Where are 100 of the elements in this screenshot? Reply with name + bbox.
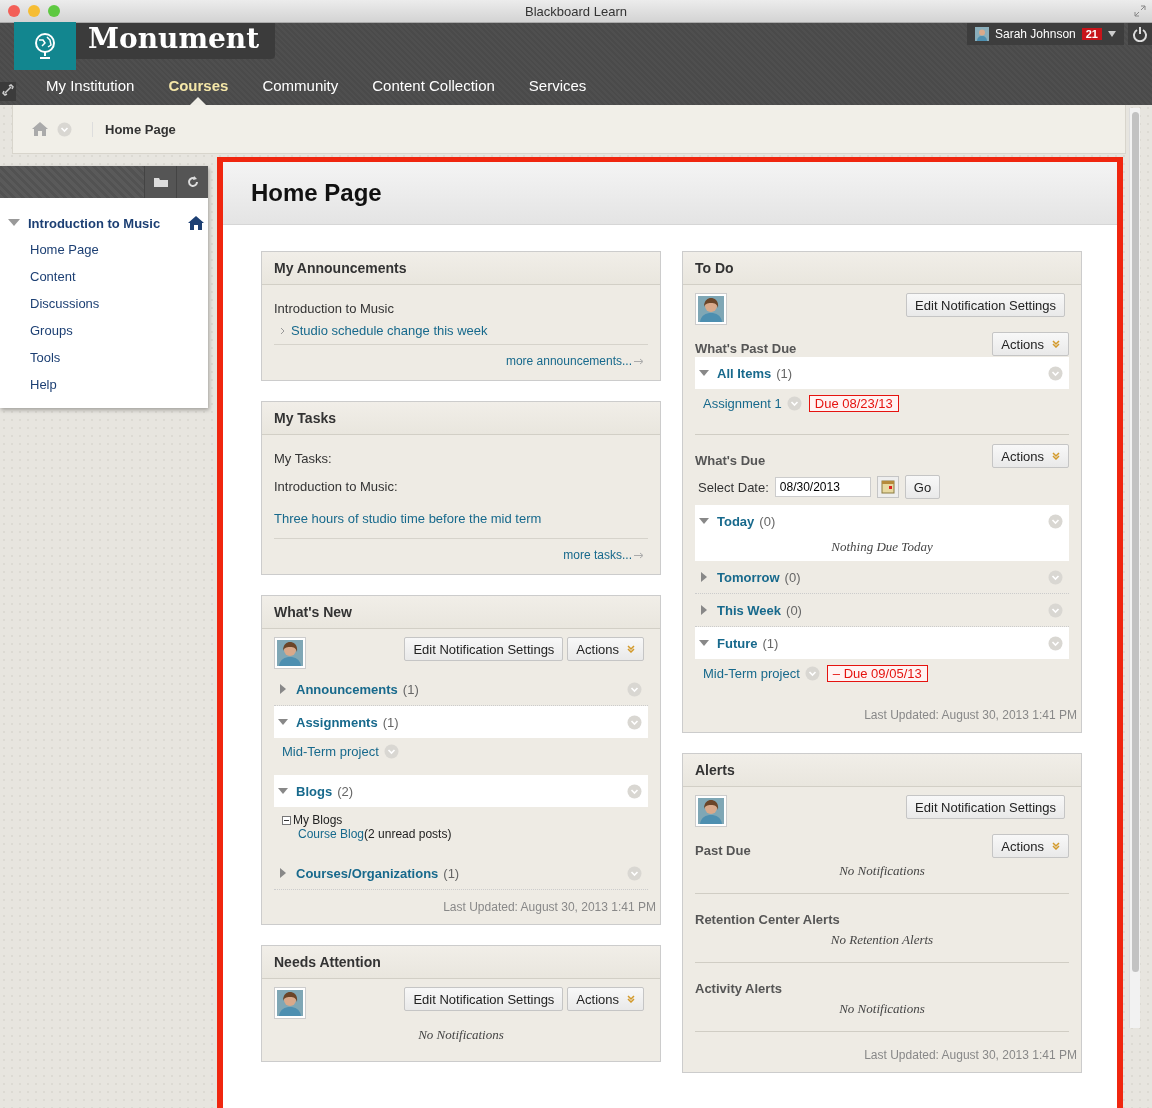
item-link[interactable]: Mid-Term project [703, 666, 800, 681]
caret-icon [1108, 31, 1116, 37]
arrow-icon [634, 357, 644, 365]
minimize-button[interactable] [28, 5, 40, 17]
refresh-icon[interactable] [185, 175, 200, 189]
nav-tab[interactable]: Services [528, 65, 587, 105]
double-chevron-icon [1052, 452, 1060, 460]
go-button[interactable]: Go [904, 475, 941, 499]
expanded-triangle-icon[interactable] [8, 219, 20, 227]
group-link[interactable]: Tomorrow [717, 569, 780, 585]
actions-button[interactable]: Actions [567, 637, 644, 661]
group-count: (1) [776, 365, 794, 381]
menu-circle-icon[interactable] [57, 121, 72, 137]
module-title: Alerts [695, 762, 735, 778]
actions-button[interactable]: Actions [992, 834, 1069, 858]
group-link[interactable]: Today [717, 513, 755, 529]
nav-tab[interactable]: My Institution [46, 65, 135, 105]
collapsed-triangle-icon[interactable] [278, 684, 288, 694]
course-menu-item[interactable]: Groups [0, 317, 208, 344]
unread-count: (2 unread posts) [364, 827, 452, 841]
group-count: (1) [762, 635, 780, 651]
menu-circle-icon[interactable] [786, 396, 802, 411]
close-button[interactable] [8, 5, 20, 17]
last-updated-text: Last Updated: August 30, 2013 1:41 PM [863, 1047, 1077, 1062]
group-link[interactable]: All Items [717, 365, 772, 381]
double-chevron-icon [1052, 340, 1060, 348]
course-menu-item[interactable]: Discussions [0, 290, 208, 317]
group-count: (0) [786, 602, 803, 618]
home-icon[interactable] [31, 121, 49, 137]
power-icon[interactable] [1132, 26, 1148, 42]
section-heading: What's Past Due [695, 339, 797, 356]
expanded-triangle-icon[interactable] [699, 516, 709, 526]
course-menu-item[interactable]: Tools [0, 344, 208, 371]
group-link[interactable]: Courses/Organizations [296, 865, 439, 881]
avatar-icon [695, 795, 727, 827]
module-title: Needs Attention [274, 954, 381, 970]
course-menu-item[interactable]: Home Page [0, 236, 208, 263]
menu-circle-icon[interactable] [1048, 569, 1063, 585]
group-count: (0) [784, 569, 802, 585]
scrollbar[interactable] [1129, 108, 1140, 1028]
nav-tab[interactable]: Community [262, 65, 339, 105]
collapsed-triangle-icon[interactable] [278, 868, 288, 878]
expanded-triangle-icon[interactable] [699, 638, 709, 648]
zoom-button[interactable] [48, 5, 60, 17]
course-title[interactable]: Introduction to Music [28, 215, 188, 231]
double-chevron-icon [1052, 842, 1060, 850]
section-heading: What's Due [695, 451, 766, 468]
section-heading: Activity Alerts [695, 979, 782, 996]
collapsed-triangle-icon[interactable] [699, 572, 709, 582]
menu-circle-icon[interactable] [804, 666, 820, 681]
group-link[interactable]: Assignments [296, 714, 378, 730]
course-menu-item[interactable]: Help [0, 371, 208, 398]
menu-circle-icon[interactable] [1048, 635, 1063, 651]
notification-settings-button[interactable]: Edit Notification Settings [906, 293, 1065, 317]
section-heading: Past Due [695, 841, 751, 858]
item-link[interactable]: Assignment 1 [703, 396, 782, 411]
menu-circle-icon[interactable] [1048, 365, 1063, 381]
course-menu-item[interactable]: Content [0, 263, 208, 290]
date-field[interactable]: 08/30/2013 [774, 477, 871, 497]
menu-circle-icon[interactable] [1048, 513, 1063, 529]
menu-circle-icon[interactable] [627, 714, 642, 730]
menu-circle-icon[interactable] [383, 744, 399, 759]
more-link[interactable]: more tasks... [563, 548, 632, 562]
breadcrumb-text: Home Page [92, 121, 176, 137]
fullscreen-icon[interactable] [1134, 5, 1146, 17]
announcement-link[interactable]: Studio schedule change this week [291, 323, 488, 338]
logo[interactable]: Monument [76, 23, 276, 59]
page-title: Home Page [251, 179, 382, 207]
last-updated-text: Last Updated: August 30, 2013 1:41 PM [442, 899, 656, 914]
expanded-triangle-icon[interactable] [278, 786, 288, 796]
notification-settings-button[interactable]: Edit Notification Settings [404, 637, 564, 661]
user-menu[interactable]: Sarah Johnson 21 [967, 23, 1124, 45]
menu-circle-icon[interactable] [627, 681, 642, 697]
collapsed-triangle-icon[interactable] [699, 605, 709, 615]
actions-button[interactable]: Actions [567, 987, 644, 1011]
notification-settings-button[interactable]: Edit Notification Settings [404, 987, 564, 1011]
menu-circle-icon[interactable] [627, 783, 642, 799]
actions-button[interactable]: Actions [992, 332, 1069, 356]
folder-icon[interactable] [152, 176, 169, 188]
group-link[interactable]: Blogs [296, 783, 333, 799]
actions-button[interactable]: Actions [992, 444, 1069, 468]
group-link[interactable]: Announcements [296, 681, 398, 697]
expanded-triangle-icon[interactable] [278, 717, 288, 727]
menu-circle-icon[interactable] [627, 865, 642, 881]
calendar-button[interactable] [876, 476, 899, 498]
more-link[interactable]: more announcements... [505, 354, 632, 368]
item-link[interactable]: Mid-Term project [282, 744, 379, 759]
group-count: (1) [382, 714, 400, 730]
due-date-tag: – Due 09/05/13 [826, 665, 928, 682]
nav-tab[interactable]: Content Collection [372, 65, 495, 105]
notification-settings-button[interactable]: Edit Notification Settings [906, 795, 1065, 819]
notification-badge[interactable]: 21 [1081, 28, 1102, 40]
group-link[interactable]: Future [717, 635, 758, 651]
module-title: What's New [274, 604, 352, 620]
module-text: Introduction to Music: [274, 478, 399, 496]
group-link[interactable]: This Week [717, 602, 782, 618]
expanded-triangle-icon[interactable] [699, 368, 709, 378]
blog-link[interactable]: Course Blog [298, 827, 365, 841]
task-link[interactable]: Three hours of studio time before the mid term [274, 503, 542, 538]
menu-circle-icon[interactable] [1048, 602, 1063, 618]
